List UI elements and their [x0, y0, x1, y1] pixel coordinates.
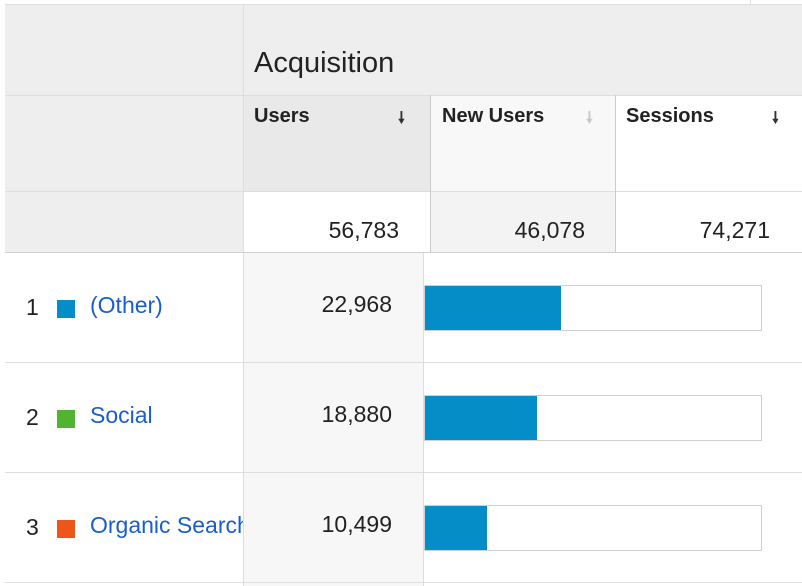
sort-desc-icon[interactable]: 🠗 — [772, 107, 779, 134]
table-row: 1 (Other) 22,968 — [5, 253, 802, 362]
row-label-link[interactable]: Organic Search — [90, 512, 243, 539]
total-new-users-cell: 46,078 — [431, 191, 615, 252]
total-sessions: 74,271 — [699, 217, 770, 243]
divider — [615, 95, 616, 252]
column-label-new-users: New Users — [442, 105, 545, 127]
total-sessions-cell: 74,271 — [615, 191, 802, 252]
column-header-users[interactable]: Users 🠗 — [243, 95, 431, 191]
bar-fill — [425, 396, 537, 440]
column-header-new-users[interactable]: New Users 🠗 — [431, 95, 615, 191]
column-header-sessions[interactable]: Sessions 🠗 — [615, 95, 802, 191]
bar-track — [424, 285, 762, 331]
bar-track — [424, 505, 762, 551]
bar-track — [424, 395, 762, 441]
row-users-value: 22,968 — [321, 291, 392, 317]
table-row: 2 Social 18,880 — [5, 363, 802, 472]
group-title: Acquisition — [254, 47, 395, 79]
divider — [750, 0, 751, 4]
row-number: 3 — [26, 514, 39, 540]
sort-desc-icon[interactable]: 🠗 — [398, 107, 405, 134]
row-label-link[interactable]: (Other) — [90, 292, 243, 319]
table-row: 3 Organic Search 10,499 — [5, 473, 802, 582]
total-users-cell: 56,783 — [243, 191, 431, 252]
total-new-users: 46,078 — [514, 217, 585, 243]
row-color-swatch — [57, 520, 75, 538]
row-color-swatch — [57, 410, 75, 428]
row-users-value: 10,499 — [321, 511, 392, 537]
bar-fill — [425, 506, 488, 550]
bar-fill — [425, 286, 561, 330]
row-color-swatch — [57, 300, 75, 318]
group-header: Acquisition — [243, 5, 802, 95]
row-number: 1 — [26, 294, 39, 320]
row-users-value: 18,880 — [321, 401, 392, 427]
divider — [5, 4, 802, 5]
column-label-users: Users — [254, 105, 310, 127]
divider — [5, 191, 802, 192]
divider — [5, 95, 802, 96]
sort-desc-icon[interactable]: 🠗 — [586, 107, 593, 134]
divider — [5, 582, 802, 583]
header-left-blank — [5, 5, 243, 252]
divider — [430, 95, 431, 252]
column-label-sessions: Sessions — [626, 105, 714, 127]
row-label-link[interactable]: Social — [90, 402, 243, 429]
total-users: 56,783 — [328, 217, 399, 243]
row-number: 2 — [26, 404, 39, 430]
